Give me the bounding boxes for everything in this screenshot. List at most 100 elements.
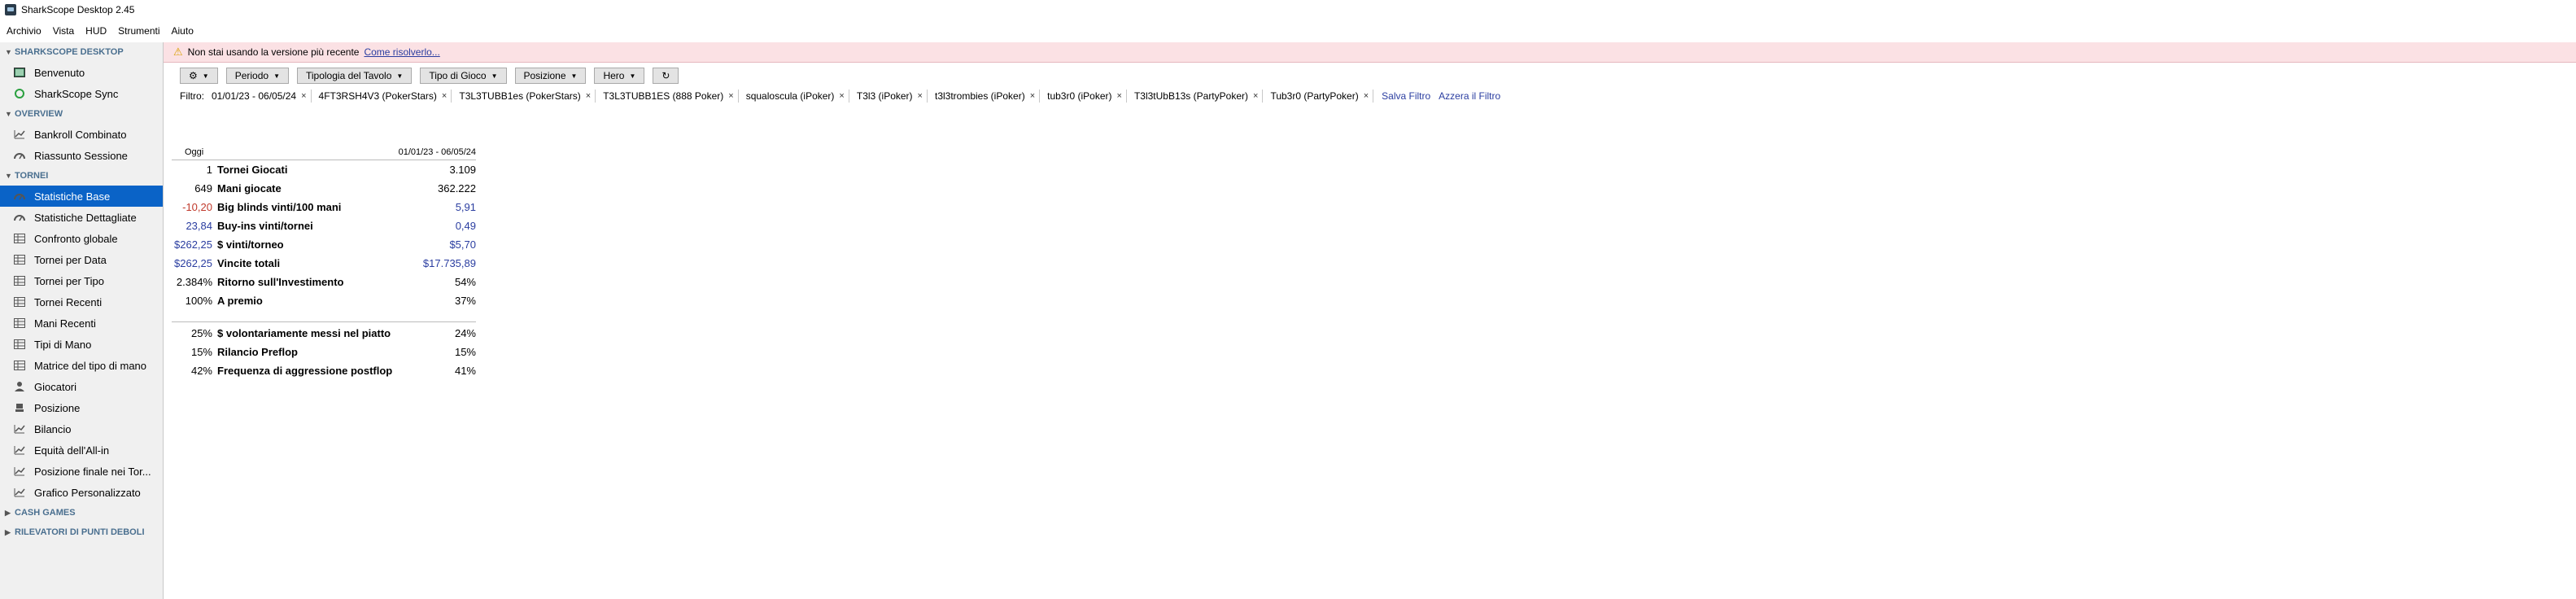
sidebar-item-riassunto-sessione[interactable]: Riassunto Sessione <box>0 145 163 166</box>
posizione-button[interactable]: Posizione ▼ <box>514 68 587 84</box>
stat-label: Ritorno sull'Investimento <box>217 276 344 288</box>
sidebar-item-label: Tipi di Mano <box>34 338 92 351</box>
filter-chip-label: T3L3TUBB1ES (888 Poker) <box>603 90 724 102</box>
stats-row: 42% Frequenza di aggressione postflop 41% <box>172 361 476 380</box>
filter-chip: Tub3r0 (PartyPoker) × <box>1266 90 1374 103</box>
sidebar-item-statistiche-base[interactable]: Statistiche Base <box>0 186 163 207</box>
settings-button[interactable]: ⚙ ▼ <box>180 68 218 84</box>
sidebar-item-equit-dell-all-in[interactable]: Equità dell'All-in <box>0 439 163 461</box>
filter-chip: tub3r0 (iPoker) × <box>1043 90 1127 103</box>
stat-value-today: 100% <box>185 295 212 307</box>
close-icon[interactable]: × <box>586 91 591 101</box>
tipo-gioco-button[interactable]: Tipo di Gioco ▼ <box>420 68 507 84</box>
main-panel: ⚠ Non stai usando la versione più recent… <box>164 42 2576 599</box>
close-icon[interactable]: × <box>839 91 844 101</box>
user-icon <box>13 380 26 393</box>
close-icon[interactable]: × <box>301 91 306 101</box>
tipologia-tavolo-button[interactable]: Tipologia del Tavolo ▼ <box>296 68 413 84</box>
menu-strumenti[interactable]: Strumenti <box>111 25 164 37</box>
sidebar-item-mani-recenti[interactable]: Mani Recenti <box>0 313 163 334</box>
stats-row: -10,20 Big blinds vinti/100 mani 5,91 <box>172 198 476 216</box>
sidebar-item-bilancio[interactable]: Bilancio <box>0 418 163 439</box>
col-range: 01/01/23 - 06/05/24 <box>398 147 476 157</box>
sidebar-section-rilevatori-di-punti-deboli[interactable]: ▶ RILEVATORI DI PUNTI DEBOLI <box>0 522 163 542</box>
divider <box>172 310 476 322</box>
stat-value-range: 5,91 <box>455 201 476 213</box>
menu-hud[interactable]: HUD <box>79 25 111 37</box>
stat-label: Mani giocate <box>217 182 282 195</box>
menu-archivio[interactable]: Archivio <box>0 25 46 37</box>
close-icon[interactable]: × <box>1253 91 1258 101</box>
hero-button[interactable]: Hero ▼ <box>594 68 645 84</box>
tipologia-label: Tipologia del Tavolo <box>305 70 392 81</box>
sidebar-item-bankroll-combinato[interactable]: Bankroll Combinato <box>0 124 163 145</box>
table-icon <box>13 253 26 266</box>
filter-chip: T3l3tUbB13s (PartyPoker) × <box>1130 90 1264 103</box>
sidebar-item-label: Posizione <box>34 401 81 414</box>
close-icon[interactable]: × <box>1364 91 1369 101</box>
sidebar-item-statistiche-dettagliate[interactable]: Statistiche Dettagliate <box>0 207 163 228</box>
stat-value-today: 25% <box>190 327 212 339</box>
close-icon[interactable]: × <box>1030 91 1035 101</box>
sidebar-item-tornei-per-data[interactable]: Tornei per Data <box>0 249 163 270</box>
table-icon <box>13 317 26 330</box>
window-title: SharkScope Desktop 2.45 <box>21 4 135 15</box>
filter-chip-label: squaloscula (iPoker) <box>745 90 835 102</box>
sidebar-item-label: Tornei per Data <box>34 253 107 266</box>
sidebar-section-title: SHARKSCOPE DESKTOP <box>15 47 124 57</box>
chevron-down-icon: ▼ <box>273 72 280 80</box>
stat-label: Rilancio Preflop <box>217 346 298 358</box>
stat-value-today: $262,25 <box>174 257 212 269</box>
toolbar: ⚙ ▼ Periodo ▼ Tipologia del Tavolo ▼ Tipo d… <box>180 68 679 84</box>
sidebar-item-tornei-recenti[interactable]: Tornei Recenti <box>0 291 163 313</box>
menu-aiuto[interactable]: Aiuto <box>165 25 199 37</box>
close-icon[interactable]: × <box>1117 91 1122 101</box>
stat-label: A premio <box>217 295 263 307</box>
menu-vista[interactable]: Vista <box>46 25 79 37</box>
table-icon <box>13 232 26 245</box>
sidebar-item-tornei-per-tipo[interactable]: Tornei per Tipo <box>0 270 163 291</box>
stat-label: Buy-ins vinti/tornei <box>217 220 313 232</box>
sidebar-item-label: Equità dell'All-in <box>34 444 110 457</box>
sidebar-item-posizione[interactable]: Posizione <box>0 397 163 418</box>
line-chart-icon <box>13 422 26 435</box>
stats-group-main: 1 Tornei Giocati 3.109 649 Mani giocate 362.2… <box>172 160 476 310</box>
stats-row: 23,84 Buy-ins vinti/tornei 0,49 <box>172 216 476 235</box>
sidebar-item-label: Posizione finale nei Tor... <box>34 465 151 478</box>
sidebar-item-tipi-di-mano[interactable]: Tipi di Mano <box>0 334 163 355</box>
stat-value-today: 42% <box>190 365 212 377</box>
sidebar-section-sharkscope-desktop[interactable]: ▼ SHARKSCOPE DESKTOP <box>0 42 163 62</box>
sidebar-item-matrice-del-tipo-di-mano[interactable]: Matrice del tipo di mano <box>0 355 163 376</box>
save-filter-link[interactable]: Salva Filtro <box>1382 90 1430 102</box>
sidebar-item-label: Confronto globale <box>34 232 118 245</box>
gear-icon: ⚙ <box>189 70 198 81</box>
hero-label: Hero <box>603 70 625 81</box>
filter-chip: 4FT3RSH4V3 (PokerStars) × <box>315 90 452 103</box>
table-icon <box>13 359 26 372</box>
close-icon[interactable]: × <box>918 91 923 101</box>
sidebar-item-giocatori[interactable]: Giocatori <box>0 376 163 397</box>
sidebar-item-benvenuto[interactable]: Benvenuto <box>0 62 163 83</box>
refresh-button[interactable]: ↻ <box>653 68 679 84</box>
sidebar-item-label: Statistiche Base <box>34 190 111 203</box>
periodo-button[interactable]: Periodo ▼ <box>225 68 289 84</box>
filter-label: Filtro: <box>180 90 204 102</box>
reset-filter-link[interactable]: Azzera il Filtro <box>1439 90 1500 102</box>
close-icon[interactable]: × <box>728 91 733 101</box>
sidebar-section-overview[interactable]: ▼ OVERVIEW <box>0 104 163 124</box>
sidebar-item-confronto-globale[interactable]: Confronto globale <box>0 228 163 249</box>
notice-fix-link[interactable]: Come risolverlo... <box>364 46 439 58</box>
sidebar-item-label: Tornei Recenti <box>34 295 103 308</box>
chevron-down-icon: ▼ <box>202 72 209 80</box>
sidebar-item-posizione-finale-nei-tor[interactable]: Posizione finale nei Tor... <box>0 461 163 482</box>
sidebar-section-tornei[interactable]: ▼ TORNEI <box>0 166 163 186</box>
stat-value-today: 23,84 <box>186 220 212 232</box>
sidebar-section-cash-games[interactable]: ▶ CASH GAMES <box>0 503 163 522</box>
sidebar-item-sharkscope-sync[interactable]: SharkScope Sync <box>0 83 163 104</box>
chevron-down-icon: ▼ <box>570 72 578 80</box>
filter-chip: 01/01/23 - 06/05/24 × <box>207 90 312 103</box>
stat-value-range: $5,70 <box>449 238 476 251</box>
sidebar-item-grafico-personalizzato[interactable]: Grafico Personalizzato <box>0 482 163 503</box>
close-icon[interactable]: × <box>442 91 447 101</box>
stat-value-range: 15% <box>454 346 476 358</box>
